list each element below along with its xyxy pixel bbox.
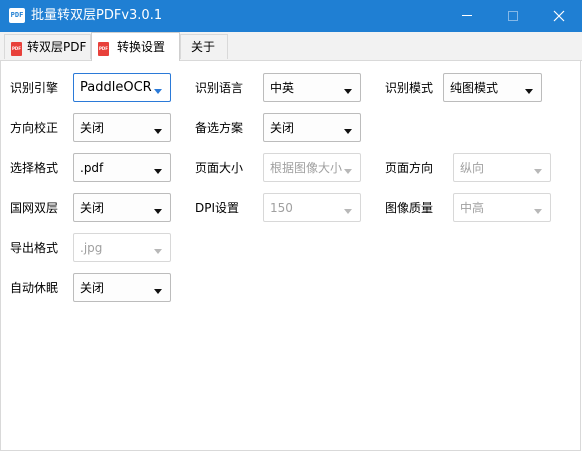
guowang-dual-value: 关闭 <box>80 201 105 215</box>
chevron-down-icon <box>534 169 542 174</box>
ocr-mode-value: 纯图模式 <box>450 81 499 95</box>
chevron-down-icon <box>344 209 352 214</box>
pdf-icon: PDF <box>98 42 109 56</box>
dpi-value: 150 <box>270 201 293 215</box>
minimize-icon <box>462 15 472 16</box>
chevron-down-icon <box>154 289 162 294</box>
export-format-value: .jpg <box>80 241 103 255</box>
maximize-button <box>490 0 536 32</box>
ocr-language-label: 识别语言 <box>195 81 244 95</box>
tab-bar: PDF 转双层PDF PDF 转换设置 关于 <box>0 32 582 61</box>
tab-label: 关于 <box>191 40 216 54</box>
chevron-down-icon <box>344 169 352 174</box>
close-icon <box>553 10 565 22</box>
panel-border <box>580 61 581 450</box>
tab-label: 转换设置 <box>117 40 166 54</box>
fallback-plan-label: 备选方案 <box>195 121 244 135</box>
ocr-engine-value: PaddleOCR <box>80 80 152 95</box>
ocr-mode-label: 识别模式 <box>385 81 434 95</box>
page-orientation-value: 纵向 <box>460 161 485 175</box>
format-select[interactable]: .pdf <box>73 153 171 182</box>
tab-convert-settings[interactable]: PDF 转换设置 <box>91 32 180 61</box>
guowang-dual-select[interactable]: 关闭 <box>73 193 171 222</box>
chevron-down-icon <box>154 209 162 214</box>
maximize-icon <box>508 11 518 21</box>
pdf-icon: PDF <box>11 42 22 56</box>
chevron-down-icon <box>344 129 352 134</box>
page-size-label: 页面大小 <box>195 161 244 175</box>
window-title: 批量转双层PDFv3.0.1 <box>31 8 163 23</box>
orientation-fix-label: 方向校正 <box>10 121 59 135</box>
fallback-plan-value: 关闭 <box>270 121 295 135</box>
page-orientation-select[interactable]: 纵向 <box>453 153 551 182</box>
page-size-select[interactable]: 根据图像大小 <box>263 153 361 182</box>
ocr-mode-select[interactable]: 纯图模式 <box>443 73 542 102</box>
auto-sleep-select[interactable]: 关闭 <box>73 273 171 302</box>
page-orientation-label: 页面方向 <box>385 161 434 175</box>
orientation-fix-value: 关闭 <box>80 121 105 135</box>
chevron-down-icon <box>154 169 162 174</box>
panel-border <box>0 450 581 451</box>
dpi-select[interactable]: 150 <box>263 193 361 222</box>
tab-about[interactable]: 关于 <box>180 34 228 59</box>
dpi-label: DPI设置 <box>195 201 240 215</box>
ocr-engine-label: 识别引擎 <box>10 81 59 95</box>
tab-convert-pdf[interactable]: PDF 转双层PDF <box>4 34 91 59</box>
chevron-down-icon <box>154 89 162 94</box>
app-icon: PDF <box>9 8 25 23</box>
chevron-down-icon <box>534 209 542 214</box>
orientation-fix-select[interactable]: 关闭 <box>73 113 171 142</box>
export-format-select[interactable]: .jpg <box>73 233 171 262</box>
settings-panel: 识别引擎 PaddleOCR 识别语言 中英 识别模式 纯图模式 方向校正 关闭… <box>0 61 582 452</box>
image-quality-value: 中高 <box>460 201 485 215</box>
ocr-engine-select[interactable]: PaddleOCR <box>73 73 171 102</box>
image-quality-select[interactable]: 中高 <box>453 193 551 222</box>
ocr-language-value: 中英 <box>270 81 295 95</box>
close-button[interactable] <box>536 0 582 32</box>
page-size-value: 根据图像大小 <box>270 161 343 175</box>
title-bar[interactable]: PDF 批量转双层PDFv3.0.1 <box>0 0 582 32</box>
ocr-language-select[interactable]: 中英 <box>263 73 361 102</box>
tab-label: 转双层PDF <box>27 40 87 54</box>
auto-sleep-value: 关闭 <box>80 281 105 295</box>
guowang-dual-label: 国网双层 <box>10 201 59 215</box>
image-quality-label: 图像质量 <box>385 201 434 215</box>
export-format-label: 导出格式 <box>10 241 59 255</box>
format-label: 选择格式 <box>10 161 59 175</box>
chevron-down-icon <box>344 89 352 94</box>
fallback-plan-select[interactable]: 关闭 <box>263 113 361 142</box>
panel-border <box>0 61 1 450</box>
auto-sleep-label: 自动休眠 <box>10 281 59 295</box>
chevron-down-icon <box>154 249 162 254</box>
chevron-down-icon <box>154 129 162 134</box>
minimize-button[interactable] <box>444 0 490 32</box>
format-value: .pdf <box>80 161 104 175</box>
chevron-down-icon <box>525 89 533 94</box>
